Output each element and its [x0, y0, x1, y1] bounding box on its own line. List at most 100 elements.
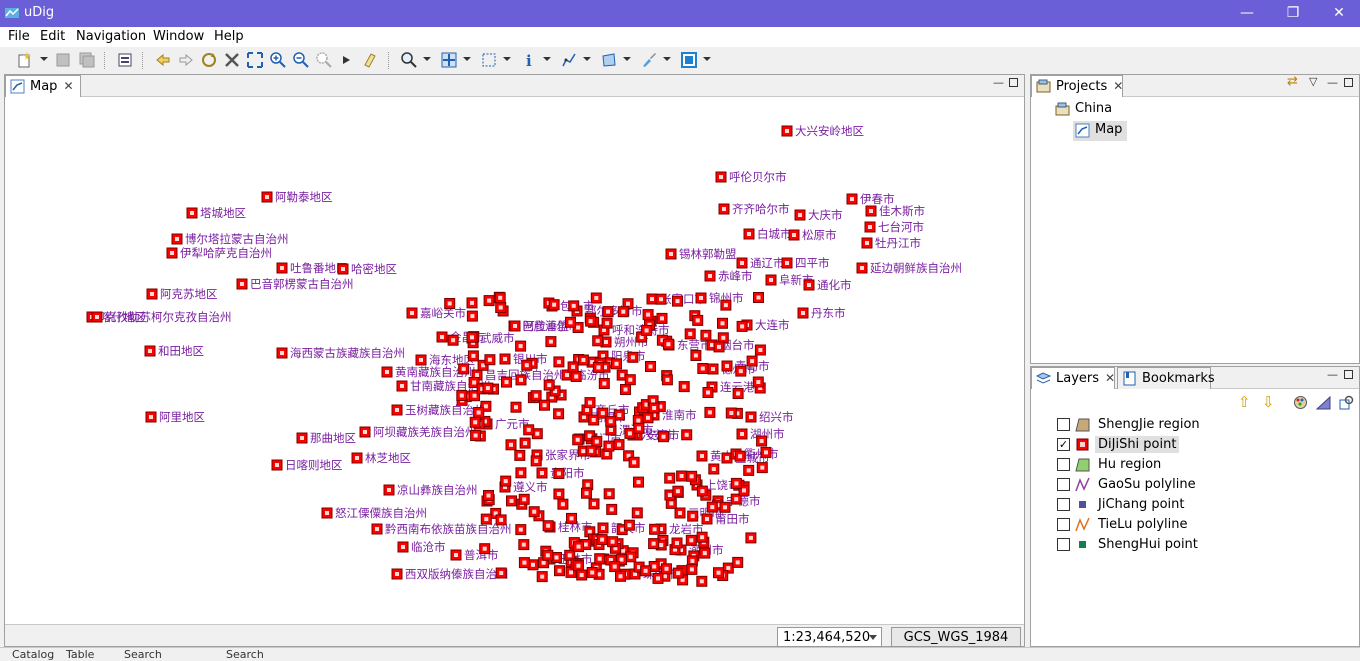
refresh-icon[interactable] [200, 51, 218, 69]
maximize-icon[interactable] [1344, 78, 1353, 87]
layer-row[interactable]: GaoSu polyline [1057, 475, 1357, 495]
city-point-center [651, 541, 656, 546]
restore-window-button[interactable]: ❐ [1270, 0, 1316, 27]
city-point-center [723, 303, 728, 308]
tab-projects[interactable]: Projects ✕ [1031, 75, 1123, 97]
link-icon[interactable]: ⇄ [1287, 75, 1298, 88]
crs-button[interactable]: GCS_WGS_1984 [891, 627, 1021, 647]
city-point-center [869, 209, 873, 213]
layer-visibility-checkbox[interactable] [1057, 458, 1070, 471]
menu-navigation[interactable]: Navigation [76, 29, 146, 44]
minimize-window-button[interactable]: — [1224, 0, 1270, 27]
city-point-center [447, 301, 452, 306]
city-point-center [487, 298, 492, 303]
city-point-center [719, 175, 723, 179]
city-point-center [524, 363, 529, 368]
move-down-icon[interactable]: ⇩ [1262, 393, 1275, 411]
menu-help[interactable]: Help [214, 29, 244, 44]
close-tab-icon[interactable]: ✕ [63, 79, 73, 93]
bottom-tab-search[interactable]: Search [124, 648, 162, 661]
maximize-icon[interactable] [1344, 370, 1353, 379]
layer-row[interactable]: ShengHui point [1057, 535, 1357, 555]
layers-panel-header: Layers ✕ Bookmarks — [1031, 367, 1359, 389]
zoom-out-icon[interactable] [292, 51, 310, 69]
palette-icon[interactable] [1293, 395, 1308, 410]
polygon-region-icon [1075, 417, 1090, 432]
layer-row[interactable]: JiChang point [1057, 495, 1357, 515]
zoom-extent-icon[interactable] [246, 51, 264, 69]
tab-layers[interactable]: Layers ✕ [1031, 367, 1115, 389]
layer-row[interactable]: ShengJie region [1057, 415, 1357, 435]
edit-tool-icon[interactable] [560, 51, 578, 69]
next-icon[interactable] [338, 51, 356, 69]
back-icon[interactable] [154, 51, 172, 69]
view-menu-icon[interactable]: ▽ [1309, 76, 1319, 87]
menu-window[interactable]: Window [153, 29, 204, 44]
close-window-button[interactable]: ✕ [1316, 0, 1360, 27]
layer-row[interactable]: Hu region [1057, 455, 1357, 475]
layer-properties-icon[interactable] [1339, 395, 1354, 410]
style-tool-icon[interactable] [680, 51, 698, 69]
tab-map[interactable]: Map ✕ [5, 75, 81, 97]
menu-edit[interactable]: Edit [40, 29, 65, 44]
city-label: 和田地区 [158, 344, 204, 358]
map-svg[interactable]: 大兴安岭地区呼伦贝尔市齐齐哈尔市 大庆市伊春市佳木斯市七台河市白城市 松原市牡丹江市… [5, 97, 1024, 624]
bottom-tab-catalog[interactable]: Catalog [12, 648, 54, 661]
new-icon[interactable] [16, 51, 34, 69]
feature-tool-icon[interactable] [600, 51, 618, 69]
city-point-center [627, 431, 632, 436]
layer-visibility-checkbox[interactable] [1057, 518, 1070, 531]
city-point-center [667, 476, 672, 481]
layer-visibility-checkbox[interactable]: ✓ [1057, 438, 1070, 451]
layer-visibility-checkbox[interactable] [1057, 498, 1070, 511]
city-point-center [652, 527, 657, 532]
info-tool-icon[interactable]: i [520, 51, 538, 70]
map-canvas[interactable]: 大兴安岭地区 呼伦贝尔市 齐齐哈尔市 大庆市 伊春市 佳木斯市 七台河市 白城市 松原市 牡丹江市… [5, 97, 1024, 624]
tree-item-map[interactable]: Map [1073, 121, 1127, 141]
select-tool-icon[interactable] [480, 51, 498, 69]
brush-tool-icon[interactable] [640, 51, 658, 69]
close-tab-icon[interactable]: ✕ [1113, 79, 1123, 93]
city-point-center [475, 373, 479, 377]
menu-file[interactable]: File [8, 29, 30, 44]
export-icon[interactable] [116, 51, 134, 69]
city-point-center [535, 431, 540, 436]
maximize-icon[interactable] [1009, 78, 1018, 87]
zoom-selection-icon[interactable] [315, 51, 333, 69]
minimize-icon[interactable]: — [1327, 369, 1338, 380]
move-up-icon[interactable]: ⇧ [1238, 393, 1251, 411]
bottom-view-strip: Catalog Table Search Search [0, 647, 1360, 661]
bottom-tab-search-2[interactable]: Search [226, 648, 264, 661]
layer-row[interactable]: ✓ DiJiShi point [1057, 435, 1357, 455]
city-point-center [684, 432, 689, 437]
style-editor-icon[interactable] [1316, 395, 1331, 410]
zoom-in-icon[interactable] [269, 51, 287, 69]
clear-icon[interactable] [361, 51, 379, 69]
minimize-icon[interactable]: — [993, 77, 1004, 88]
layer-visibility-checkbox[interactable] [1057, 418, 1070, 431]
close-tab-icon[interactable]: ✕ [1105, 371, 1115, 385]
city-point-center [587, 433, 592, 438]
stop-icon[interactable] [223, 51, 241, 69]
layer-row[interactable]: TieLu polyline [1057, 515, 1357, 535]
pan-tool-icon[interactable] [440, 51, 458, 69]
scale-selector[interactable]: 1:23,464,520 [777, 627, 882, 647]
search-tool-icon[interactable] [400, 51, 418, 69]
save-all-icon[interactable] [78, 51, 96, 69]
city-point-center [552, 302, 557, 307]
city-point-center [785, 129, 789, 133]
city-point-center [499, 517, 504, 522]
city-point-center [699, 296, 703, 300]
city-point-center [542, 403, 547, 408]
city-point-center [597, 556, 602, 561]
layer-visibility-checkbox[interactable] [1057, 478, 1070, 491]
minimize-icon[interactable]: — [1327, 77, 1338, 88]
save-icon[interactable] [54, 51, 72, 69]
tab-bookmarks[interactable]: Bookmarks [1117, 367, 1215, 389]
tab-map-label: Map [30, 79, 58, 94]
forward-icon[interactable] [177, 51, 195, 69]
bottom-tab-table[interactable]: Table [66, 648, 94, 661]
layer-visibility-checkbox[interactable] [1057, 538, 1070, 551]
city-point-center [736, 391, 741, 396]
city-point-center [363, 430, 367, 434]
